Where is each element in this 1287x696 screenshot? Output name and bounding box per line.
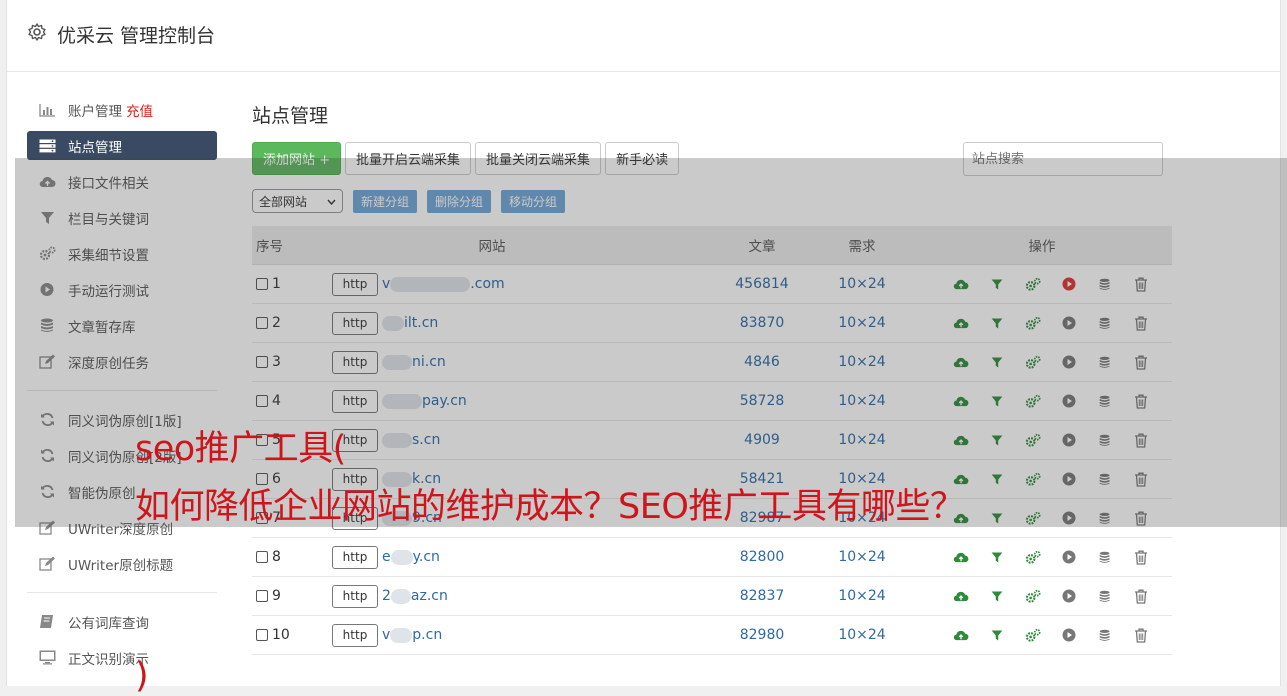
demand-value[interactable]: 10×24 (812, 627, 912, 643)
domain-text: y.cn (412, 549, 440, 565)
play-circle-icon[interactable] (1060, 587, 1078, 605)
play-circle-icon[interactable] (1060, 626, 1078, 644)
site-cell: http 2 az.cn (332, 584, 712, 608)
sidebar-item-label: 账户管理 (68, 103, 122, 120)
trash-icon[interactable] (1132, 587, 1150, 605)
demand-value[interactable]: 10×24 (812, 549, 912, 565)
bar-chart-icon (39, 102, 56, 118)
sidebar-item-b4[interactable]: UWriter原创标题 (27, 549, 217, 578)
edit-icon (39, 556, 56, 572)
scheme-badge[interactable]: http (332, 623, 378, 647)
row-checkbox[interactable] (256, 629, 268, 641)
row-checkbox[interactable] (256, 590, 268, 602)
site-cell: http v p.cn (332, 623, 712, 647)
filter-icon[interactable] (988, 626, 1006, 644)
domain-text: az.cn (410, 588, 448, 604)
row-number: 10 (272, 627, 290, 643)
redaction-blur (390, 549, 413, 565)
domain-text: p.cn (412, 627, 443, 643)
article-count[interactable]: 82980 (712, 627, 812, 643)
domain-prefix: v (382, 627, 391, 643)
overlay-title-line2: 如何降低企业网站的维护成本？SEO推广工具有哪些？ (135, 487, 965, 527)
demand-value[interactable]: 10×24 (812, 588, 912, 604)
sidebar-item-c1[interactable]: 正文识别演示 (27, 643, 217, 672)
row-number-cell: 8 (252, 549, 332, 565)
redaction-blur (390, 627, 413, 643)
sidebar-item-label: UWriter原创标题 (68, 557, 174, 574)
monitor-icon (39, 650, 56, 666)
domain-prefix: 2 (382, 588, 391, 604)
play-circle-icon[interactable] (1060, 548, 1078, 566)
top-bar: 优采云 管理控制台 (7, 0, 1280, 72)
database-icon[interactable] (1096, 626, 1114, 644)
article-count[interactable]: 82837 (712, 588, 812, 604)
table-row: 10 http v p.cn 82980 10×24 (252, 616, 1172, 655)
gears-icon[interactable] (1024, 587, 1042, 605)
filter-icon[interactable] (988, 587, 1006, 605)
banner-overlay (15, 158, 1287, 527)
app-title: 优采云 管理控制台 (57, 25, 216, 47)
site-domain-link[interactable]: v p.cn (382, 627, 442, 643)
trash-icon[interactable] (1132, 548, 1150, 566)
server-icon (39, 138, 56, 154)
table-row: 8 http e y.cn 82800 10×24 (252, 538, 1172, 577)
overlay-title-line3: ) (135, 656, 149, 696)
sidebar-item-a0[interactable]: 账户管理 充值 (27, 95, 217, 124)
row-number-cell: 10 (252, 627, 332, 643)
site-domain-link[interactable]: 2 az.cn (382, 588, 448, 604)
recharge-link[interactable]: 充值 (126, 100, 153, 120)
sidebar-divider (27, 592, 217, 593)
row-number-cell: 9 (252, 588, 332, 604)
article-count[interactable]: 82800 (712, 549, 812, 565)
row-checkbox[interactable] (256, 551, 268, 563)
gears-icon[interactable] (1024, 626, 1042, 644)
database-icon[interactable] (1096, 587, 1114, 605)
sidebar-item-a1[interactable]: 站点管理 (27, 131, 217, 160)
cloud-upload-icon[interactable] (952, 587, 970, 605)
ops-cell (912, 626, 1172, 644)
ops-cell (912, 548, 1172, 566)
overlay-title-line1: seo推广工具( (135, 429, 346, 469)
domain-prefix: e (382, 549, 391, 565)
sidebar-item-label: 站点管理 (68, 139, 122, 156)
row-number: 9 (272, 588, 281, 604)
filter-icon[interactable] (988, 548, 1006, 566)
gears-icon[interactable] (1024, 548, 1042, 566)
database-icon[interactable] (1096, 548, 1114, 566)
cloud-upload-icon[interactable] (952, 626, 970, 644)
table-row: 9 http 2 az.cn 82837 10×24 (252, 577, 1172, 616)
scheme-badge[interactable]: http (332, 584, 378, 608)
site-cell: http e y.cn (332, 545, 712, 569)
sidebar-item-label: 公有词库查询 (68, 615, 149, 632)
redaction-blur (390, 588, 411, 604)
site-domain-link[interactable]: e y.cn (382, 549, 440, 565)
main-panel: 站点管理 添加网站 + 批量开启云端采集 批量关闭云端采集 新手必读 全部网站 … (251, 95, 1172, 655)
ops-cell (912, 587, 1172, 605)
page-title: 站点管理 (252, 105, 329, 127)
trash-icon[interactable] (1132, 626, 1150, 644)
row-number: 8 (272, 549, 281, 565)
cloud-upload-icon[interactable] (952, 548, 970, 566)
book-icon (39, 614, 56, 630)
gear-icon[interactable] (27, 22, 47, 42)
sidebar-item-c0[interactable]: 公有词库查询 (27, 607, 217, 636)
scheme-badge[interactable]: http (332, 545, 378, 569)
